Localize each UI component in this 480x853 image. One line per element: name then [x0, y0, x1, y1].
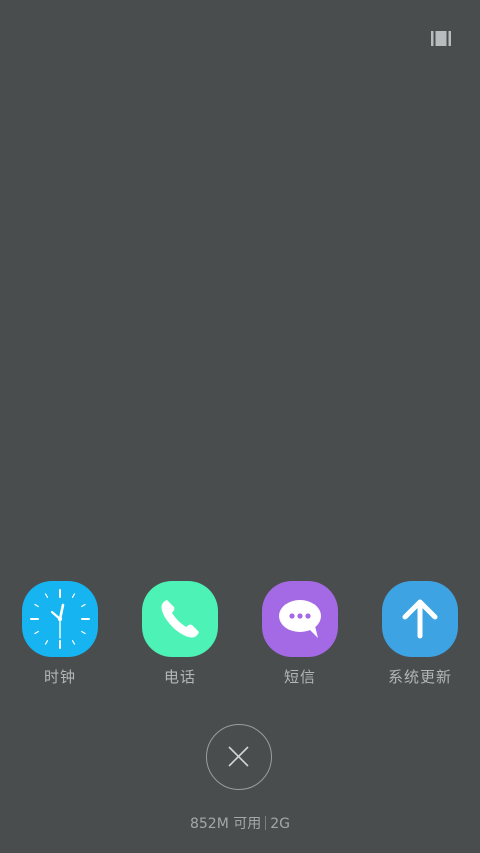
- recent-apps-row: 时钟 电话 短信 系统更新: [0, 581, 480, 691]
- close-icon: [228, 746, 249, 767]
- phone-icon: [142, 581, 218, 657]
- recent-app-label: 时钟: [43, 668, 76, 686]
- message-icon: [262, 581, 338, 657]
- recent-app-label: 电话: [163, 668, 196, 686]
- recent-app-system-update[interactable]: 系统更新: [360, 581, 480, 687]
- list-view-icon[interactable]: [431, 31, 451, 46]
- recent-app-label: 短信: [283, 668, 316, 686]
- arrow-up-icon: [382, 581, 458, 657]
- recent-app-label: 系统更新: [387, 668, 452, 686]
- recent-app-phone[interactable]: 电话: [120, 581, 240, 687]
- clear-all-button[interactable]: [206, 724, 272, 790]
- memory-status: 852M 可用 2G: [0, 814, 480, 834]
- clock-icon: [22, 581, 98, 657]
- memory-separator: [265, 816, 267, 830]
- recent-app-messages[interactable]: 短信: [240, 581, 360, 687]
- memory-total: 2G: [270, 816, 291, 832]
- recent-app-clock[interactable]: 时钟: [0, 581, 120, 687]
- memory-available: 852M 可用: [189, 816, 262, 832]
